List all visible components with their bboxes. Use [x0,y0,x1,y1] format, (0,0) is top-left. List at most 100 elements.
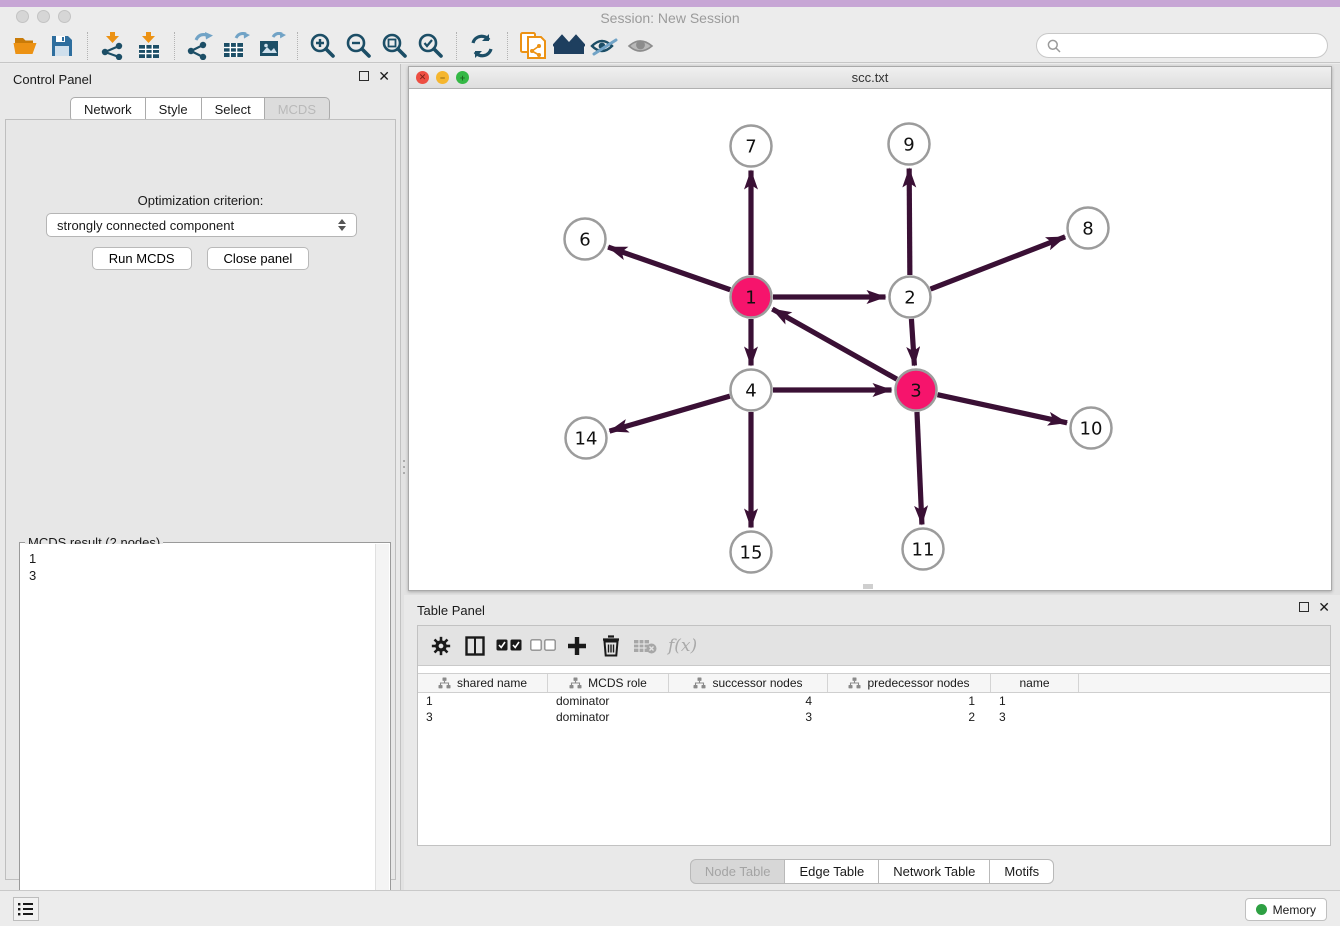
column-header-successor-nodes[interactable]: successor nodes [669,674,828,692]
node-label: 9 [903,135,914,156]
float-table-panel-icon[interactable] [1299,602,1309,612]
node-label: 6 [579,230,590,251]
column-header-mcds-role[interactable]: MCDS role [548,674,669,692]
export-image-button[interactable] [254,30,290,62]
task-history-button[interactable] [13,897,39,921]
zoom-selected-button[interactable] [413,30,449,62]
search-box[interactable] [1036,33,1328,58]
cell-mcds-role[interactable]: dominator [548,709,669,725]
column-header-name[interactable]: name [991,674,1079,692]
window-title: Session: New Session [0,10,1340,26]
save-session-button[interactable] [44,30,80,62]
zoom-selected-icon [417,32,445,60]
table-panel-header: Table Panel ✕ [404,595,1340,625]
node-2[interactable]: 2 [890,277,931,318]
table-panel-title: Table Panel [417,603,485,618]
cell-mcds-role[interactable]: dominator [548,693,669,709]
delete-table-button[interactable] [630,631,660,661]
titlebar: Session: New Session [0,7,1340,29]
mcds-result-list[interactable]: 13 [21,544,389,925]
import-table-button[interactable] [131,30,167,62]
selected-criterion: strongly connected component [57,218,338,233]
cell-name[interactable]: 1 [991,693,1079,709]
edge-4-14[interactable] [610,396,730,431]
edge-3-1[interactable] [772,309,896,379]
export-table-button[interactable] [218,30,254,62]
node-7[interactable]: 7 [731,126,772,167]
node-4[interactable]: 4 [731,370,772,411]
import-network-button[interactable] [95,30,131,62]
close-table-panel-icon[interactable]: ✕ [1318,602,1330,612]
houses-icon [553,34,585,58]
table-row[interactable]: 3dominator323 [418,709,1330,725]
network-canvas[interactable]: 7 9 6 8 1 2 4 3 14 10 15 11 [409,89,1331,590]
tab-node-table[interactable]: Node Table [690,859,786,884]
function-builder-button[interactable]: f(x) [668,636,697,656]
tab-motifs[interactable]: Motifs [990,859,1054,884]
node-10[interactable]: 10 [1071,408,1112,449]
run-mcds-button[interactable]: Run MCDS [92,247,192,270]
cell-successor-nodes[interactable]: 4 [669,693,828,709]
mcds-result-scrollbar[interactable] [375,544,389,925]
checked-boxes-icon [496,639,522,652]
cell-shared-name[interactable]: 1 [418,693,548,709]
node-11[interactable]: 11 [903,529,944,570]
tab-edge-table[interactable]: Edge Table [785,859,879,884]
table-row[interactable]: 1dominator411 [418,693,1330,709]
trash-icon [601,635,621,657]
column-label: successor nodes [712,676,802,690]
cell-successor-nodes[interactable]: 3 [669,709,828,725]
edge-3-11[interactable] [917,412,922,525]
node-15[interactable]: 15 [731,532,772,573]
edge-1-6[interactable] [608,247,730,290]
network-scrollbar-nub[interactable] [863,584,873,589]
edge-2-9[interactable] [909,168,910,275]
panel-splitter-handle[interactable] [402,460,406,484]
node-8[interactable]: 8 [1068,208,1109,249]
column-label: predecessor nodes [867,676,969,690]
add-row-button[interactable] [562,631,592,661]
cell-predecessor-nodes[interactable]: 1 [828,693,991,709]
export-network-button[interactable] [182,30,218,62]
node-9[interactable]: 9 [889,124,930,165]
attribute-type-icon [693,677,706,689]
cell-predecessor-nodes[interactable]: 2 [828,709,991,725]
select-all-columns-button[interactable] [494,631,524,661]
close-panel-button[interactable]: Close panel [207,247,310,270]
network-window-titlebar[interactable]: ✕ − + scc.txt [409,67,1331,89]
hide-selected-button[interactable] [587,30,623,62]
network-graph: 7 9 6 8 1 2 4 3 14 10 15 11 [409,89,1331,590]
node-6[interactable]: 6 [565,219,606,260]
cell-name[interactable]: 3 [991,709,1079,725]
optimization-criterion-select[interactable]: strongly connected component [46,213,357,237]
node-14[interactable]: 14 [566,418,607,459]
zoom-in-button[interactable] [305,30,341,62]
table-settings-button[interactable] [426,631,456,661]
deselect-all-columns-button[interactable] [528,631,558,661]
cell-shared-name[interactable]: 3 [418,709,548,725]
first-neighbors-button[interactable] [551,30,587,62]
delete-row-button[interactable] [596,631,626,661]
node-1[interactable]: 1 [731,277,772,318]
close-panel-icon[interactable]: ✕ [378,71,390,81]
column-header-predecessor-nodes[interactable]: predecessor nodes [828,674,991,692]
columns-icon [465,636,485,656]
clone-network-button[interactable] [515,30,551,62]
select-chevrons-icon [338,219,346,231]
zoom-fit-button[interactable] [377,30,413,62]
refresh-view-button[interactable] [464,30,500,62]
memory-button[interactable]: Memory [1245,898,1327,921]
column-header-shared-name[interactable]: shared name [418,674,548,692]
edge-3-10[interactable] [937,395,1067,423]
edge-2-8[interactable] [931,237,1066,289]
edge-2-3[interactable] [911,319,914,366]
show-all-button[interactable] [623,30,659,62]
float-panel-icon[interactable] [359,71,369,81]
node-3[interactable]: 3 [896,370,937,411]
search-input[interactable] [1067,38,1317,53]
open-session-button[interactable] [8,30,44,62]
table-toolbar: f(x) [418,626,1330,666]
zoom-out-button[interactable] [341,30,377,62]
tab-network-table[interactable]: Network Table [879,859,990,884]
column-layout-button[interactable] [460,631,490,661]
